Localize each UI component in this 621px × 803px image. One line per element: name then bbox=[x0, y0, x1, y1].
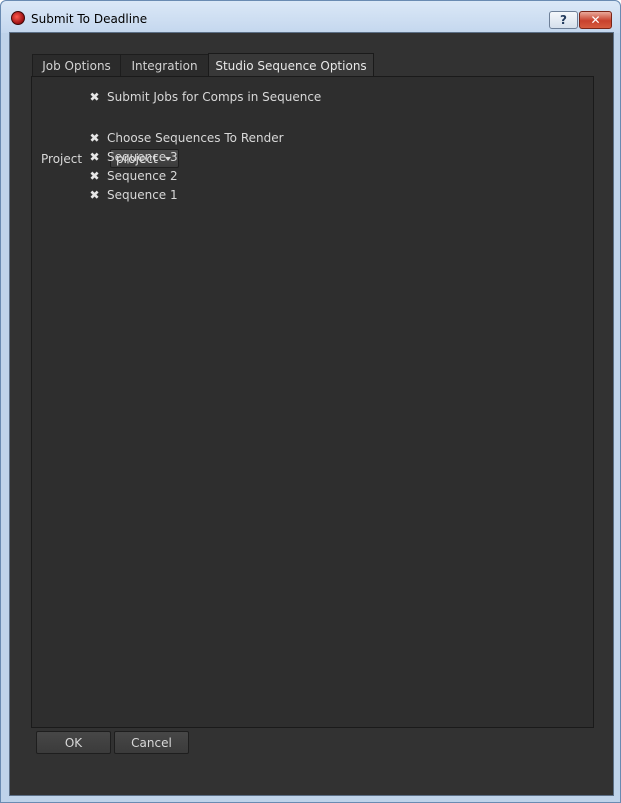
project-label: Project bbox=[41, 152, 83, 166]
submit-jobs-checkbox-row[interactable]: ✖ Submit Jobs for Comps in Sequence bbox=[88, 89, 321, 105]
title-bar[interactable]: Submit To Deadline ? ✕ bbox=[1, 1, 620, 33]
x-mark-icon[interactable]: ✖ bbox=[88, 169, 101, 183]
sequence-label: Sequence 2 bbox=[107, 169, 178, 183]
help-button[interactable]: ? bbox=[549, 11, 578, 29]
sequence-checkbox-row[interactable]: ✖ Sequence 3 bbox=[88, 149, 178, 165]
app-logo-icon bbox=[11, 11, 25, 25]
choose-sequences-label: Choose Sequences To Render bbox=[107, 131, 284, 145]
tab-job-options[interactable]: Job Options bbox=[32, 54, 121, 76]
sequence-checkbox-row[interactable]: ✖ Sequence 2 bbox=[88, 168, 178, 184]
sequence-label: Sequence 1 bbox=[107, 188, 178, 202]
dialog-content: Job Options Integration Studio Sequence … bbox=[9, 32, 614, 796]
x-mark-icon[interactable]: ✖ bbox=[88, 90, 101, 104]
sequence-label: Sequence 3 bbox=[107, 150, 178, 164]
dialog-window: Submit To Deadline ? ✕ Job Options Integ… bbox=[0, 0, 621, 803]
tab-integration[interactable]: Integration bbox=[120, 54, 209, 76]
tab-panel: ✖ Submit Jobs for Comps in Sequence Proj… bbox=[31, 76, 594, 728]
close-button[interactable]: ✕ bbox=[579, 11, 612, 29]
sequence-checkbox-row[interactable]: ✖ Sequence 1 bbox=[88, 187, 178, 203]
submit-jobs-label: Submit Jobs for Comps in Sequence bbox=[107, 90, 322, 104]
window-title: Submit To Deadline bbox=[31, 12, 148, 26]
tab-studio-sequence-options[interactable]: Studio Sequence Options bbox=[208, 53, 374, 77]
x-mark-icon[interactable]: ✖ bbox=[88, 150, 101, 164]
x-mark-icon[interactable]: ✖ bbox=[88, 188, 101, 202]
cancel-button[interactable]: Cancel bbox=[114, 731, 189, 754]
ok-button[interactable]: OK bbox=[36, 731, 111, 754]
x-mark-icon[interactable]: ✖ bbox=[88, 131, 101, 145]
choose-sequences-checkbox-row[interactable]: ✖ Choose Sequences To Render bbox=[88, 130, 284, 146]
